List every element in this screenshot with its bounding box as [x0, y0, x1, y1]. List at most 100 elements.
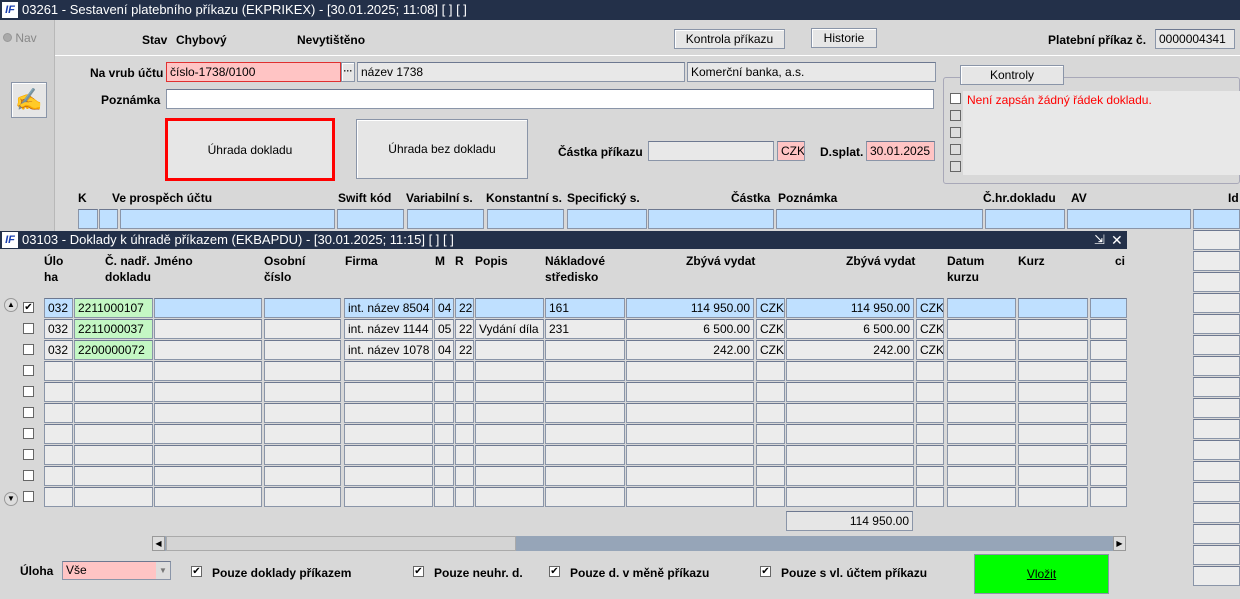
minimize-icon[interactable]: ⇲: [1094, 231, 1105, 249]
cell-mena1[interactable]: [756, 382, 785, 402]
cell-popis[interactable]: [475, 340, 544, 360]
cell-osobni[interactable]: [264, 403, 341, 423]
cell-m[interactable]: 05: [434, 319, 454, 339]
main-grid-cell[interactable]: [1067, 209, 1191, 229]
cell-naklad[interactable]: 231: [545, 319, 625, 339]
cell-zbyva2[interactable]: [786, 382, 914, 402]
cell-datum[interactable]: [947, 340, 1016, 360]
historie-button[interactable]: Historie: [811, 28, 877, 48]
uhrada-bez-dokladu-button[interactable]: Úhrada bez dokladu: [356, 119, 528, 179]
close-icon[interactable]: ✕: [1111, 231, 1123, 249]
cell-kurz[interactable]: [1018, 424, 1088, 444]
cell-datum[interactable]: [947, 403, 1016, 423]
cell-kurz[interactable]: [1018, 298, 1088, 318]
cell-ci[interactable]: [1090, 445, 1127, 465]
cell-ci[interactable]: [1090, 424, 1127, 444]
cell-mena2[interactable]: [916, 361, 944, 381]
cell-firma[interactable]: [344, 361, 433, 381]
cell-mena2[interactable]: [916, 466, 944, 486]
cell-uloha[interactable]: [44, 361, 73, 381]
mena-field[interactable]: CZK: [777, 141, 805, 161]
main-grid-cell[interactable]: [1193, 377, 1240, 397]
cell-cislo[interactable]: [74, 382, 153, 402]
kontroly-checkbox[interactable]: [950, 127, 961, 138]
cell-naklad[interactable]: [545, 445, 625, 465]
horizontal-scrollbar[interactable]: ◀ ▶: [152, 536, 1126, 551]
cell-zbyva2[interactable]: 6 500.00: [786, 319, 914, 339]
cell-mena2[interactable]: [916, 382, 944, 402]
cell-mena1[interactable]: [756, 361, 785, 381]
cell-cislo[interactable]: [74, 466, 153, 486]
cell-osobni[interactable]: [264, 298, 341, 318]
cell-zbyva1[interactable]: 114 950.00: [626, 298, 754, 318]
row-checkbox[interactable]: [23, 344, 34, 355]
cell-zbyva1[interactable]: [626, 445, 754, 465]
cell-naklad[interactable]: 161: [545, 298, 625, 318]
cell-r[interactable]: [455, 487, 474, 507]
cell-naklad[interactable]: [545, 361, 625, 381]
cell-popis[interactable]: [475, 298, 544, 318]
cell-zbyva2[interactable]: [786, 424, 914, 444]
cell-uloha[interactable]: 032: [44, 340, 73, 360]
main-grid-cell[interactable]: [776, 209, 983, 229]
scroll-down-icon[interactable]: ▼: [4, 492, 18, 506]
cell-cislo[interactable]: [74, 361, 153, 381]
main-grid-cell[interactable]: [1193, 356, 1240, 376]
row-checkbox[interactable]: [23, 386, 34, 397]
cell-uloha[interactable]: [44, 403, 73, 423]
cell-osobni[interactable]: [264, 487, 341, 507]
cell-osobni[interactable]: [264, 466, 341, 486]
cell-datum[interactable]: [947, 382, 1016, 402]
row-checkbox[interactable]: [23, 470, 34, 481]
cell-popis[interactable]: Vydání díla: [475, 319, 544, 339]
cell-mena2[interactable]: [916, 424, 944, 444]
cell-popis[interactable]: [475, 445, 544, 465]
row-checkbox[interactable]: [23, 491, 34, 502]
filter-checkbox[interactable]: ✔: [760, 566, 771, 577]
cell-zbyva1[interactable]: [626, 424, 754, 444]
main-grid-cell[interactable]: [487, 209, 564, 229]
cell-uloha[interactable]: 032: [44, 298, 73, 318]
cell-kurz[interactable]: [1018, 487, 1088, 507]
cell-datum[interactable]: [947, 424, 1016, 444]
cell-popis[interactable]: [475, 466, 544, 486]
kontroly-checkbox[interactable]: [950, 93, 961, 104]
main-grid-cell[interactable]: [1193, 440, 1240, 460]
dialog-title-bar[interactable]: IF 03103 - Doklady k úhradě příkazem (EK…: [0, 231, 1127, 249]
cell-m[interactable]: [434, 424, 454, 444]
cell-firma[interactable]: [344, 445, 433, 465]
row-checkbox-checked[interactable]: ✔: [23, 302, 34, 313]
cell-datum[interactable]: [947, 361, 1016, 381]
cell-r[interactable]: [455, 445, 474, 465]
cell-firma[interactable]: [344, 382, 433, 402]
cell-mena2[interactable]: [916, 403, 944, 423]
cell-m[interactable]: [434, 361, 454, 381]
cell-jmeno[interactable]: [154, 319, 262, 339]
cell-firma[interactable]: int. název 8504: [344, 298, 433, 318]
cell-zbyva1[interactable]: [626, 466, 754, 486]
cell-firma[interactable]: [344, 403, 433, 423]
main-grid-cell[interactable]: [1193, 230, 1240, 250]
scroll-left-icon[interactable]: ◀: [152, 536, 165, 551]
main-grid-cell[interactable]: [1193, 419, 1240, 439]
main-grid-cell[interactable]: [567, 209, 647, 229]
cell-r[interactable]: 22: [455, 298, 474, 318]
main-grid-cell[interactable]: [1193, 482, 1240, 502]
cell-uloha[interactable]: [44, 424, 73, 444]
cell-mena2[interactable]: [916, 487, 944, 507]
cell-naklad[interactable]: [545, 424, 625, 444]
cell-ci[interactable]: [1090, 403, 1127, 423]
cell-m[interactable]: [434, 403, 454, 423]
main-grid-cell[interactable]: [99, 209, 118, 229]
cell-zbyva1[interactable]: [626, 487, 754, 507]
cell-mena1[interactable]: [756, 466, 785, 486]
filter-checkbox[interactable]: ✔: [549, 566, 560, 577]
cell-osobni[interactable]: [264, 382, 341, 402]
cell-kurz[interactable]: [1018, 403, 1088, 423]
cell-cislo[interactable]: [74, 424, 153, 444]
cell-zbyva2[interactable]: [786, 361, 914, 381]
cell-jmeno[interactable]: [154, 487, 262, 507]
cell-r[interactable]: 22: [455, 319, 474, 339]
cell-zbyva2[interactable]: [786, 487, 914, 507]
cell-naklad[interactable]: [545, 487, 625, 507]
